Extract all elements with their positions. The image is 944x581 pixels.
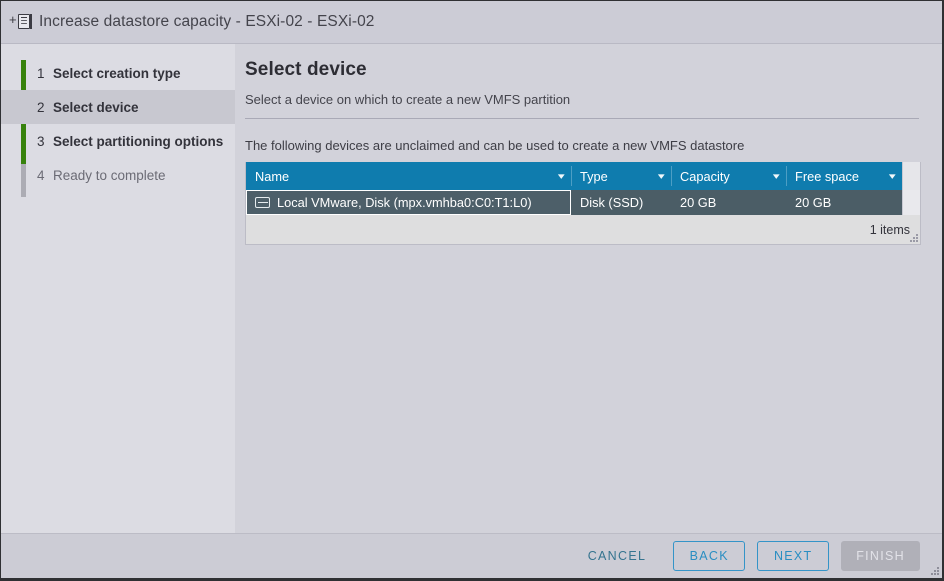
step-label: Select creation type [53, 65, 181, 81]
step-number: 4 [37, 167, 45, 183]
step-list: 1 Select creation type 2 Select device 3… [1, 56, 235, 197]
chevron-down-icon[interactable]: ▾ [773, 171, 780, 182]
next-button[interactable]: NEXT [757, 541, 830, 571]
disk-icon [255, 197, 270, 208]
sidebar-step-ready-to-complete[interactable]: 4 Ready to complete [1, 158, 235, 192]
device-table: Name ▾ Type ▾ Capacity ▾ Free space ▾ Lo… [245, 162, 921, 245]
wizard-steps-sidebar: 1 Select creation type 2 Select device 3… [1, 44, 235, 533]
cell-capacity: 20 GB [680, 195, 717, 210]
dialog-title: Increase datastore capacity - ESXi-02 - … [39, 13, 375, 30]
back-button[interactable]: BACK [673, 541, 746, 571]
column-header-type[interactable]: Type ▾ [571, 162, 671, 190]
dialog-body: 1 Select creation type 2 Select device 3… [1, 44, 942, 533]
step-number: 2 [37, 99, 45, 115]
header-divider [245, 118, 919, 119]
table-row[interactable]: Local VMware, Disk (mpx.vmhba0:C0:T1:L0)… [246, 190, 920, 215]
sidebar-step-select-partitioning-options[interactable]: 3 Select partitioning options [1, 124, 235, 158]
device-table-header: Name ▾ Type ▾ Capacity ▾ Free space ▾ [246, 162, 920, 190]
cancel-button[interactable]: CANCEL [573, 541, 662, 571]
dialog-footer: CANCEL BACK NEXT FINISH [1, 533, 942, 578]
main-content: Select device Select a device on which t… [235, 44, 942, 533]
column-header-free-space[interactable]: Free space ▾ [786, 162, 902, 190]
table-resize-grip[interactable] [910, 234, 918, 242]
column-header-label: Type [580, 168, 608, 184]
step-label: Ready to complete [53, 167, 166, 183]
step-number: 3 [37, 133, 45, 149]
scrollbar-header-spacer [902, 162, 920, 190]
dialog-titlebar: + Increase datastore capacity - ESXi-02 … [1, 1, 942, 44]
vertical-scrollbar[interactable] [902, 190, 920, 215]
column-header-label: Capacity [680, 168, 730, 184]
cell-free-space: 20 GB [795, 195, 832, 210]
column-header-capacity[interactable]: Capacity ▾ [671, 162, 786, 190]
window-resize-grip[interactable] [930, 566, 939, 575]
add-document-icon: + [9, 11, 35, 33]
sidebar-step-select-creation-type[interactable]: 1 Select creation type [1, 56, 235, 90]
column-header-name[interactable]: Name ▾ [246, 162, 571, 190]
finish-button: FINISH [841, 541, 920, 571]
wizard-dialog: + Increase datastore capacity - ESXi-02 … [0, 0, 944, 581]
chevron-down-icon[interactable]: ▾ [889, 171, 896, 182]
sidebar-step-select-device[interactable]: 2 Select device [1, 90, 235, 124]
step-number: 1 [37, 65, 45, 81]
page-subtitle: Select a device on which to create a new… [245, 92, 571, 107]
column-header-label: Free space [795, 168, 860, 184]
step-label: Select partitioning options [53, 133, 224, 149]
cell-type: Disk (SSD) [580, 195, 644, 210]
cell-name[interactable]: Local VMware, Disk (mpx.vmhba0:C0:T1:L0) [246, 190, 571, 215]
device-table-note: The following devices are unclaimed and … [245, 138, 745, 153]
item-count: 1 items [869, 223, 910, 237]
chevron-down-icon[interactable]: ▾ [558, 171, 565, 182]
step-label: Select device [53, 99, 139, 115]
column-header-label: Name [255, 168, 290, 184]
page-title: Select device [245, 59, 367, 80]
chevron-down-icon[interactable]: ▾ [658, 171, 665, 182]
device-table-footer: 1 items [246, 215, 920, 244]
device-name: Local VMware, Disk (mpx.vmhba0:C0:T1:L0) [277, 195, 532, 210]
